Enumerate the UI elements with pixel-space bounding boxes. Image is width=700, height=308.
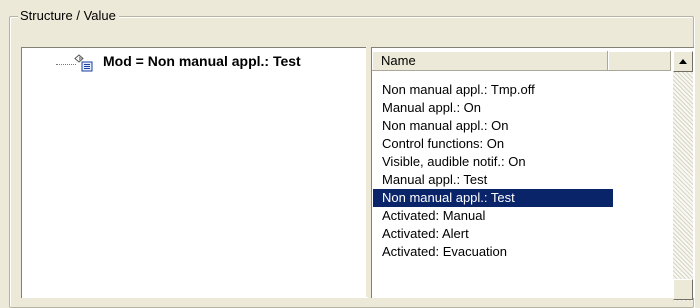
tree-node-label[interactable]: Mod = Non manual appl.: Test [103, 52, 301, 70]
tree-view[interactable]: Mod = Non manual appl.: Test [21, 47, 368, 298]
list-item[interactable]: Non manual appl.: Tmp.off [373, 81, 613, 99]
list-item[interactable]: Activated: Alert [373, 225, 613, 243]
groupbox-title: Structure / Value [18, 8, 119, 24]
value-list[interactable]: Name Non manual appl.: Tmp.off Manual ap… [371, 47, 694, 301]
list-item[interactable]: Non manual appl.: On [373, 117, 613, 135]
column-header-name[interactable]: Name [372, 51, 608, 71]
list-item[interactable]: Non manual appl.: Test [373, 189, 613, 207]
scroll-down-button[interactable] [673, 279, 693, 300]
list-item[interactable]: Activated: Manual [373, 207, 613, 225]
scroll-up-button[interactable] [673, 51, 693, 72]
list-item[interactable]: Manual appl.: On [373, 99, 613, 117]
vertical-scrollbar[interactable] [673, 51, 693, 301]
list-item[interactable]: Activated: Evacuation [373, 243, 613, 261]
value-list-items: Non manual appl.: Tmp.off Manual appl.: … [373, 81, 613, 261]
list-item[interactable]: Control functions: On [373, 135, 613, 153]
list-item[interactable]: Visible, audible notif.: On [373, 153, 613, 171]
list-item[interactable]: Manual appl.: Test [373, 171, 613, 189]
column-header-2[interactable] [608, 51, 671, 71]
scroll-up-arrow-icon [679, 59, 687, 64]
property-node-icon [73, 54, 93, 72]
